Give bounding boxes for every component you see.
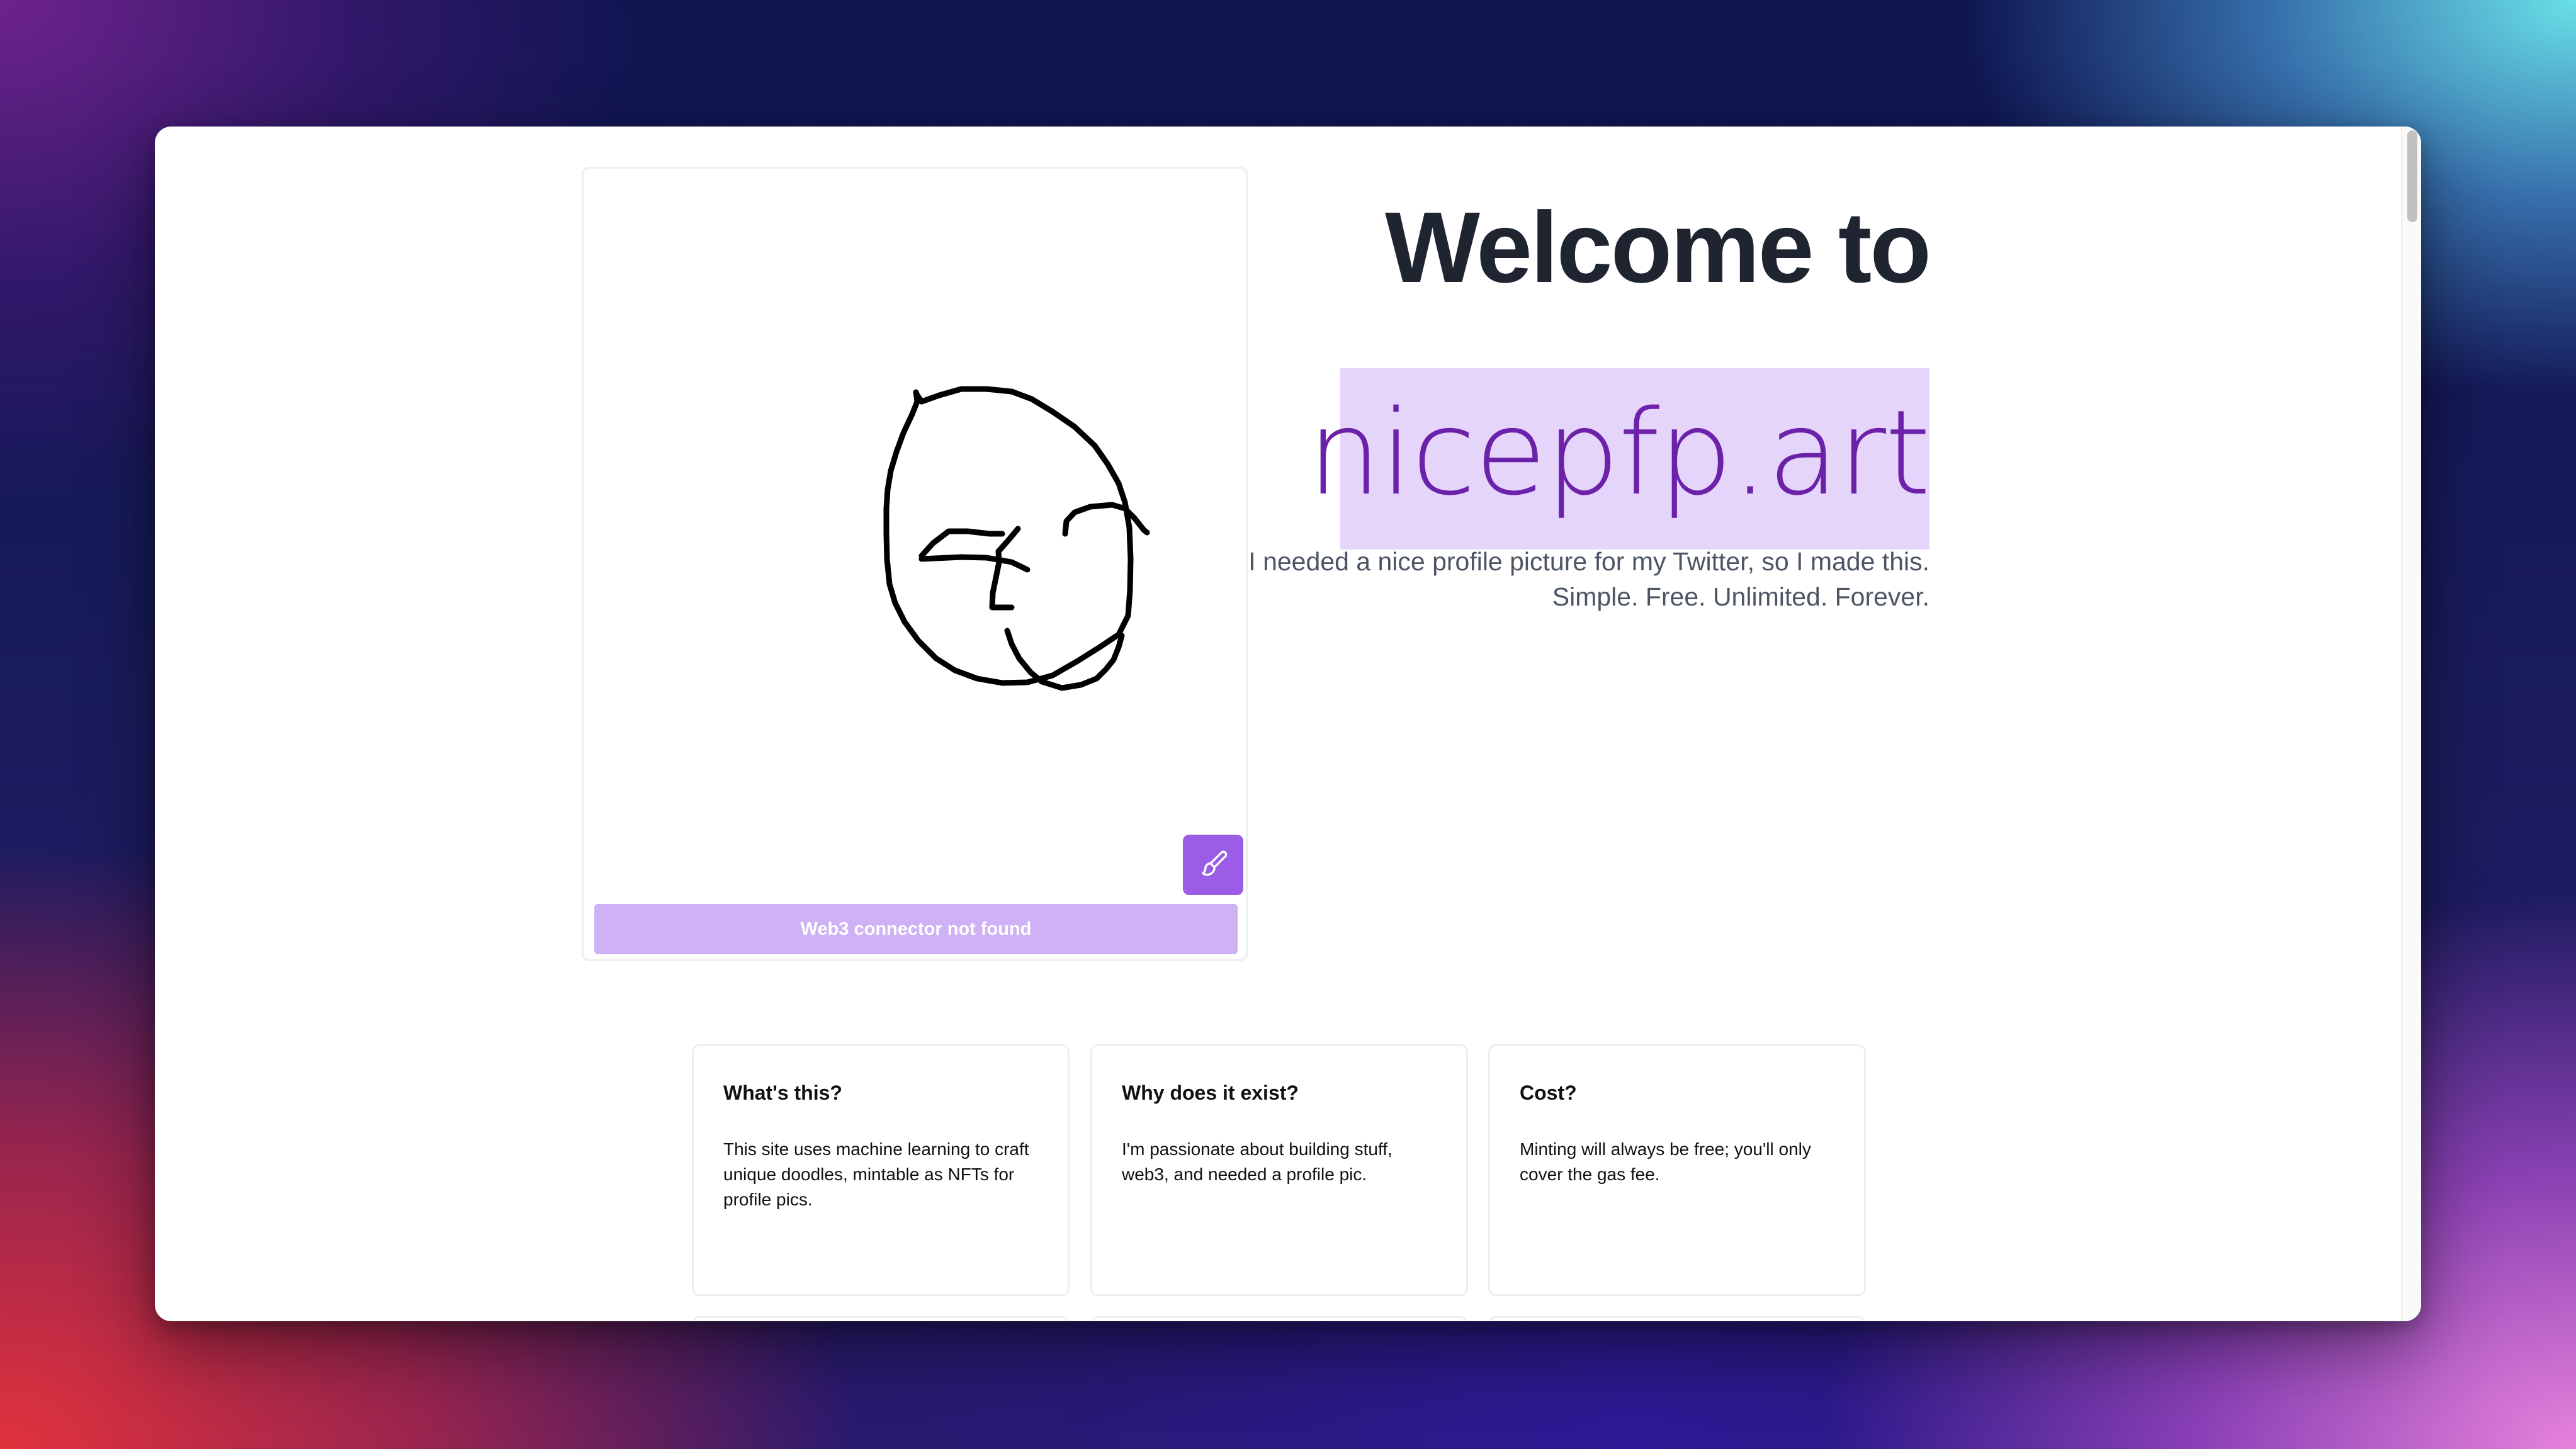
brand-name: nicepfp.art	[1307, 385, 1931, 521]
web3-connect-button[interactable]: Web3 connector not found	[594, 904, 1238, 954]
doodle-canvas-card: Web3 connector not found	[582, 167, 1248, 961]
paintbrush-icon	[1202, 850, 1228, 876]
faq-title: Why does it exist?	[1122, 1081, 1299, 1104]
browser-window: Web3 connector not found Welcome to nice…	[155, 127, 2421, 1321]
faq-card-why-exist: Why does it exist? I'm passionate about …	[1090, 1044, 1468, 1296]
brush-button[interactable]	[1183, 835, 1243, 895]
doodle-drawing[interactable]	[584, 169, 1246, 893]
faq-body: This site uses machine learning to craft…	[723, 1139, 1029, 1209]
faq-body: I'm passionate about building stuff, web…	[1122, 1139, 1393, 1184]
hero-subtitle: I needed a nice profile picture for my T…	[1248, 547, 1929, 611]
faq-card-whats-this: What's this? This site uses machine lear…	[692, 1044, 1070, 1296]
faq-body: Minting will always be free; you'll only…	[1520, 1139, 1811, 1184]
faq-title: Cost?	[1520, 1081, 1577, 1104]
brand-highlight: nicepfp.art	[1308, 368, 1931, 550]
scrollbar-thumb[interactable]	[2407, 130, 2417, 222]
faq-card-cost: Cost? Minting will always be free; you'l…	[1488, 1044, 1866, 1296]
faq-card-next-row	[1488, 1316, 1866, 1321]
scrollbar[interactable]	[2401, 127, 2421, 1321]
faq-card-next-row	[692, 1316, 1070, 1321]
page-title: Welcome to	[1385, 191, 1931, 303]
faq-card-next-row	[1090, 1316, 1468, 1321]
faq-title: What's this?	[723, 1081, 842, 1104]
